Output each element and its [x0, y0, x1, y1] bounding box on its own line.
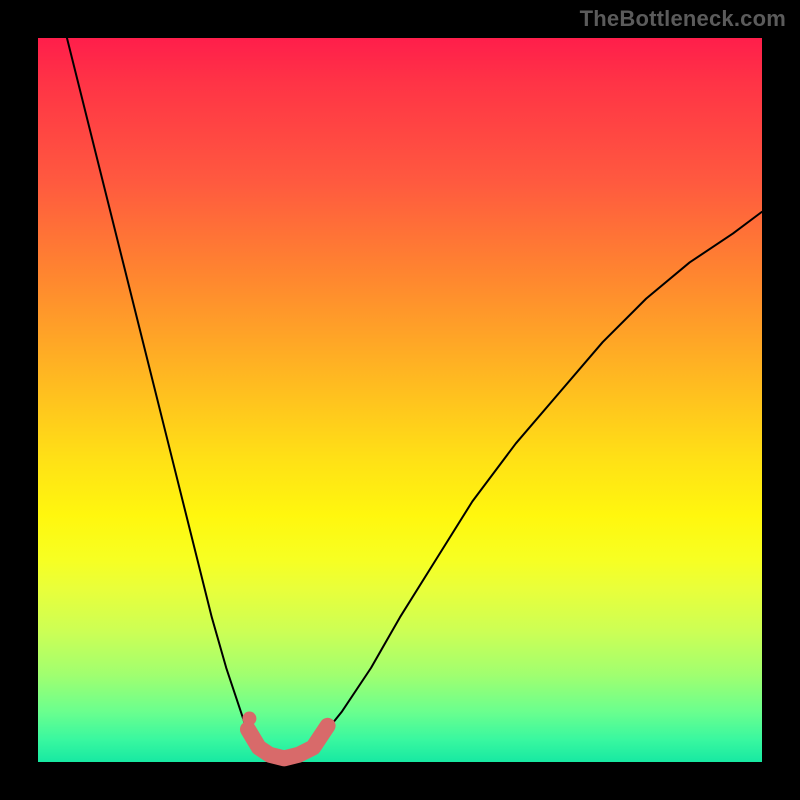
valley-highlight: [248, 726, 328, 759]
watermark-text: TheBottleneck.com: [580, 6, 786, 32]
chart-frame: TheBottleneck.com: [0, 0, 800, 800]
bottleneck-curve: [67, 38, 762, 758]
marker-dot: [242, 712, 256, 726]
curve-layer: [38, 38, 762, 762]
